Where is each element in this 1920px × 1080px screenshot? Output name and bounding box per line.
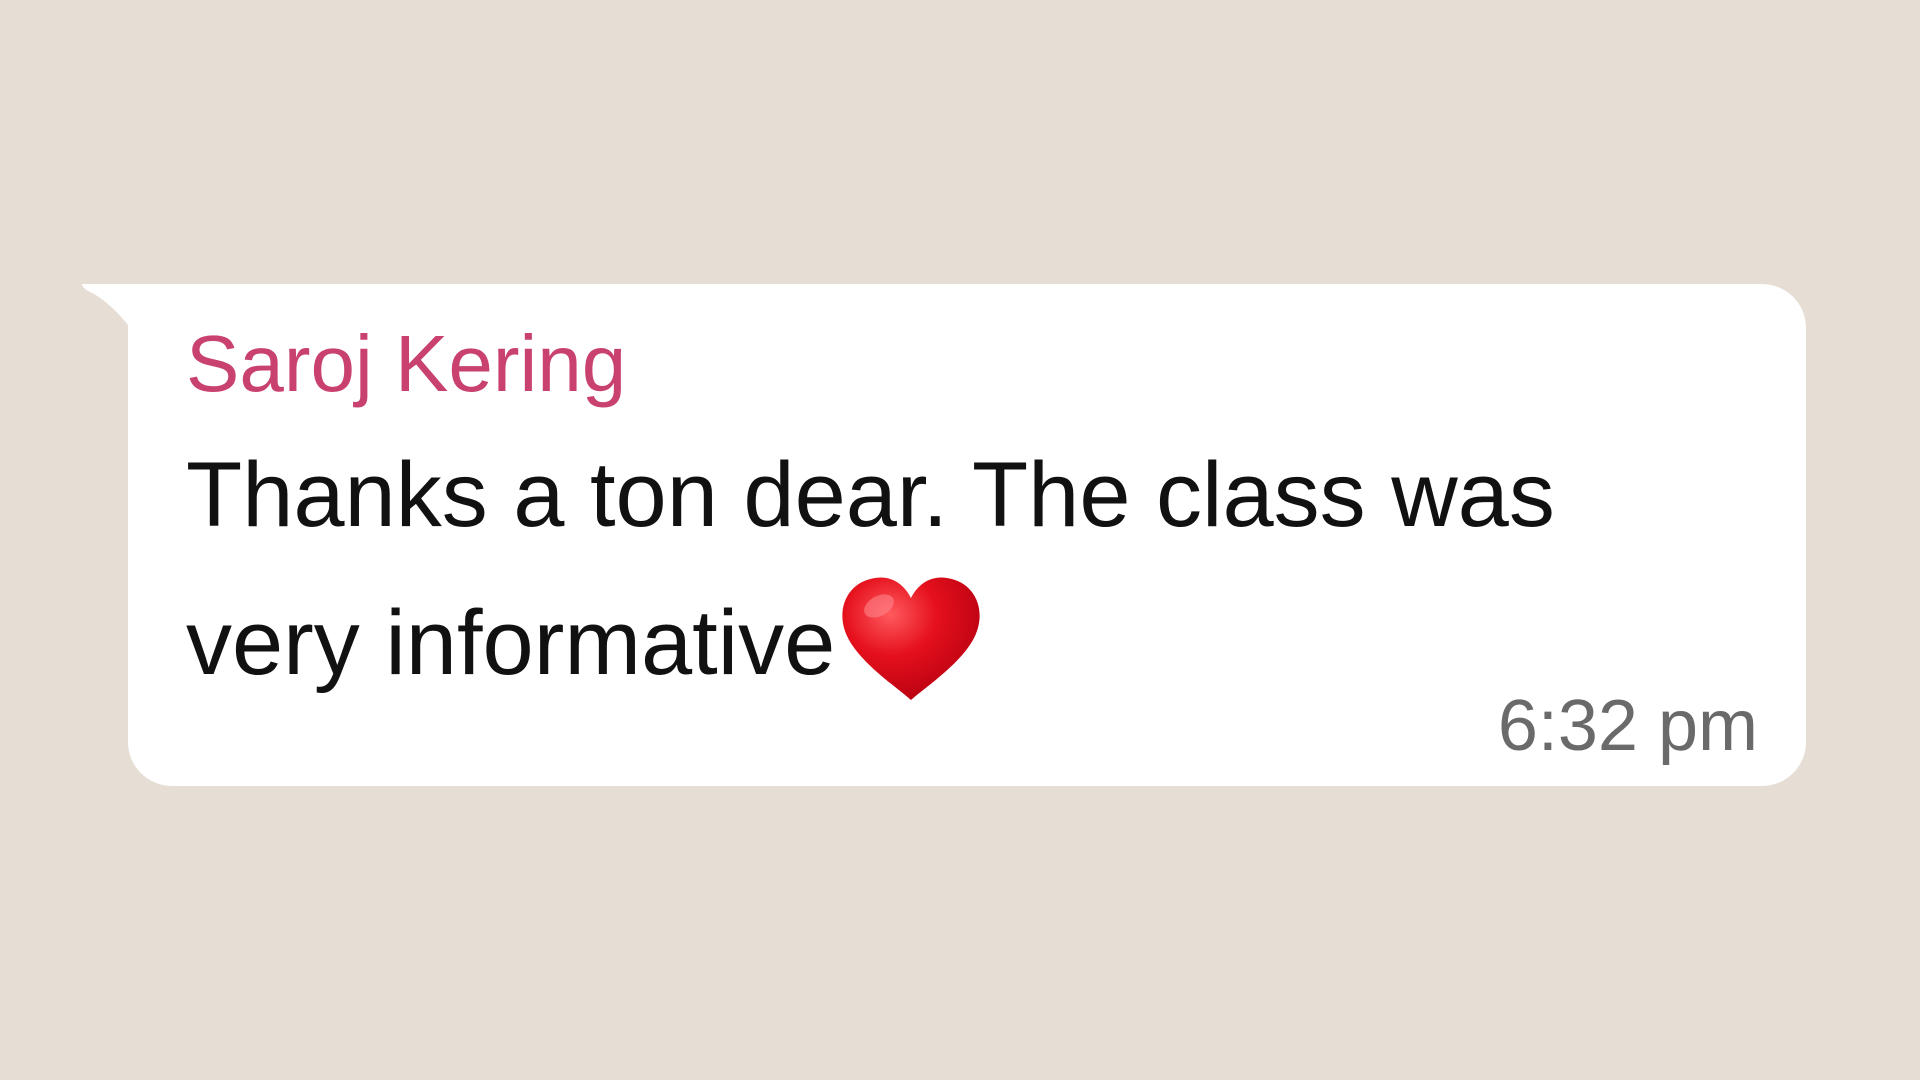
sender-name: Saroj Kering — [186, 319, 627, 408]
message-text-container: Thanks a ton dear. The class was very in… — [186, 421, 1686, 717]
message-bubble[interactable]: Saroj Kering Thanks a ton dear. The clas… — [128, 284, 1806, 786]
heart-icon — [837, 570, 985, 704]
message-timestamp: 6:32 pm — [1497, 686, 1758, 766]
